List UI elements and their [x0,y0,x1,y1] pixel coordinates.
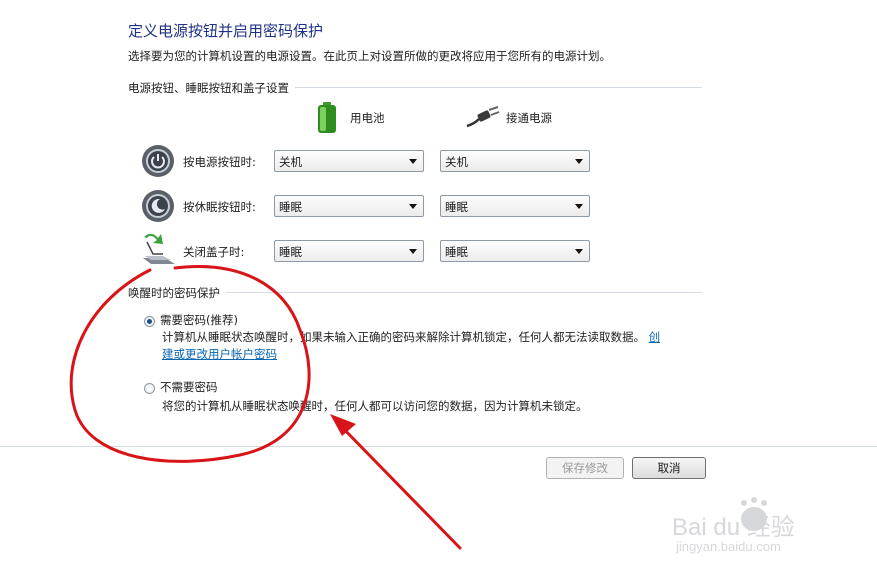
watermark-url: jingyan.baidu.com [676,539,781,554]
annotation-circle [69,265,311,463]
annotation-arrow-head [330,414,356,436]
annotation-arrow-line [333,418,462,550]
watermark: Bai du 经验 jingyan.baidu.com [672,497,832,559]
watermark-brand: Bai du 经验 [672,514,795,541]
